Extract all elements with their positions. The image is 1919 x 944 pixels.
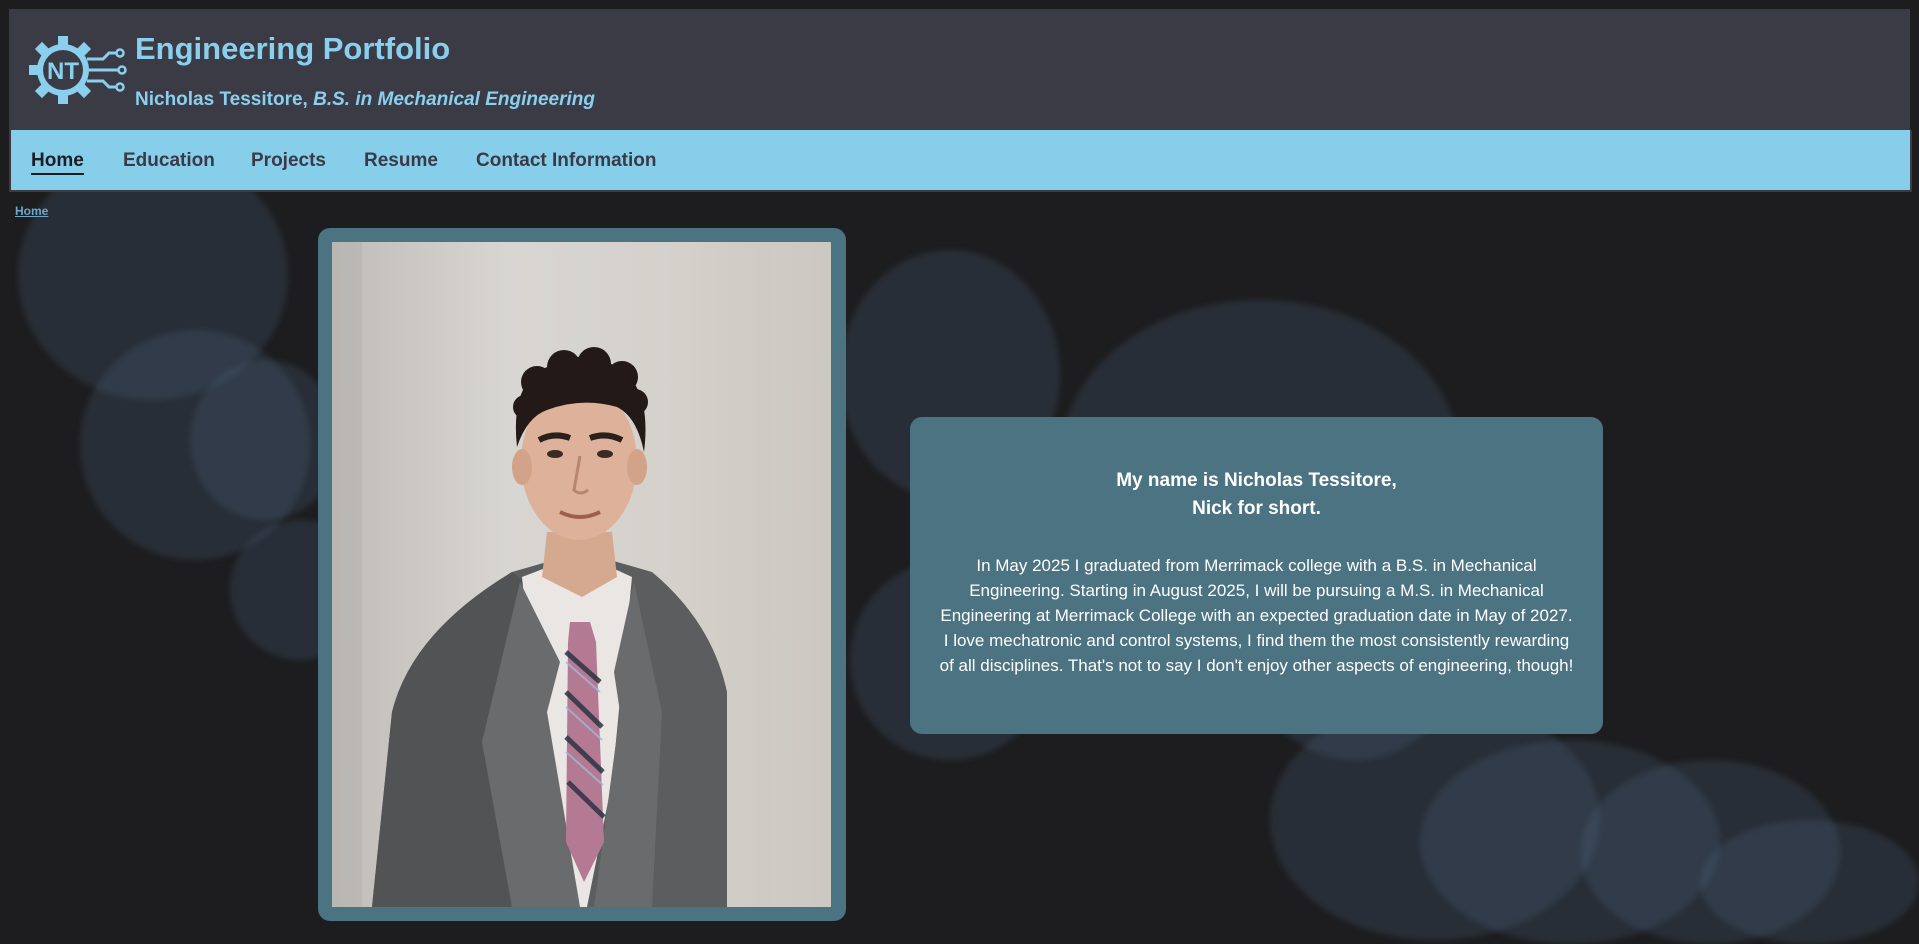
nav-item-contact-information[interactable]: Contact Information: [476, 150, 657, 172]
intro-body: In May 2025 I graduated from Merrimack c…: [939, 556, 1574, 675]
intro-heading-line2: Nick for short.: [1192, 498, 1321, 519]
nt-gear-logo[interactable]: NT: [25, 29, 127, 111]
site-subtitle: Nicholas Tessitore, B.S. in Mechanical E…: [135, 89, 595, 111]
site-header: NT Engineering Portfolio Nicholas Tessit…: [9, 9, 1910, 130]
nav-item-resume[interactable]: Resume: [364, 150, 438, 172]
intro-heading-line1: My name is Nicholas Tessitore,: [1116, 470, 1397, 491]
breadcrumb-home-link[interactable]: Home: [15, 204, 48, 218]
subtitle-degree: B.S. in Mechanical Engineering: [313, 89, 596, 110]
portrait-photo: [332, 242, 831, 907]
portrait-illustration: [332, 242, 831, 907]
nav-item-projects[interactable]: Projects: [251, 150, 326, 172]
page: NT Engineering Portfolio Nicholas Tessit…: [0, 0, 1919, 944]
portrait-frame: [318, 228, 846, 921]
intro-card: My name is Nicholas Tessitore, Nick for …: [910, 417, 1603, 734]
site-title: Engineering Portfolio: [135, 31, 451, 66]
intro-heading: My name is Nicholas Tessitore, Nick for …: [910, 467, 1603, 523]
svg-text:NT: NT: [47, 58, 79, 85]
nav-item-education[interactable]: Education: [123, 150, 215, 172]
nav-item-home[interactable]: Home: [31, 150, 84, 175]
main-nav: Home Education Projects Resume Contact I…: [9, 130, 1912, 192]
subtitle-name: Nicholas Tessitore,: [135, 89, 314, 110]
